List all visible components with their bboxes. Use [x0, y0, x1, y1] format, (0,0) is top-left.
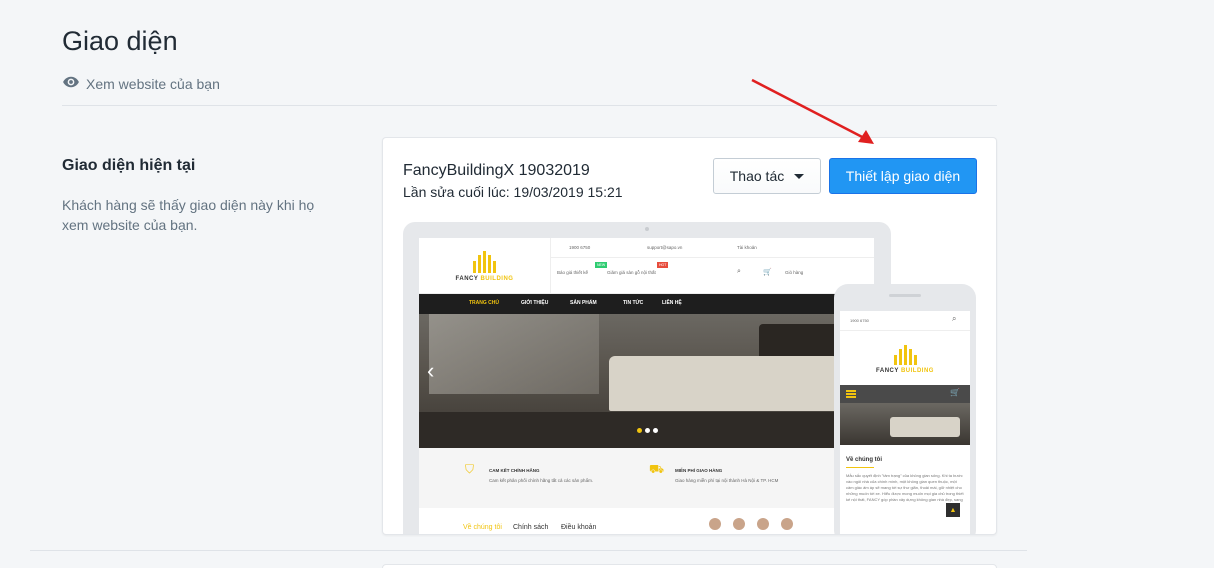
mobile-logo-building: BUILDING — [900, 367, 934, 374]
page-title: Giao diện — [62, 26, 178, 56]
site-nav-home: TRANG CHỦ — [469, 300, 499, 306]
site-cart-label: Giỏ hàng — [785, 270, 804, 275]
site-email: support@sapo.vn — [647, 245, 683, 250]
desktop-preview-screen: FANCY BUILDING 1900 6750 support@sapo.vn… — [419, 238, 874, 534]
building-logo-icon — [893, 343, 917, 365]
next-card-edge — [382, 564, 997, 568]
mobile-hero — [840, 403, 970, 445]
search-icon: ⌕ — [952, 314, 957, 323]
mobile-hotline: 1900 6750 — [850, 318, 869, 323]
site-nav-contact: LIÊN HỆ — [662, 300, 682, 306]
site-header: FANCY BUILDING 1900 6750 support@sapo.vn… — [419, 238, 874, 294]
logo-text-building: BUILDING — [480, 275, 514, 282]
mobile-logo: FANCY BUILDING — [840, 333, 970, 383]
site-nav-products: SẢN PHẨM — [570, 300, 597, 306]
back-to-top-icon: ▲ — [946, 503, 960, 517]
section-description: Khách hàng sẽ thấy giao diện này khi họ … — [62, 197, 315, 233]
divider — [30, 550, 1027, 551]
feature-2-title: MIỄN PHÍ GIAO HÀNG — [675, 468, 723, 473]
desktop-preview: FANCY BUILDING 1900 6750 support@sapo.vn… — [403, 222, 891, 534]
hamburger-icon — [846, 390, 856, 398]
site-hotline: 1900 6750 — [569, 245, 591, 250]
mobile-preview-screen: 1900 6750 ⌕ FANCY BUILDING 🛒 Về chúng tô… — [840, 311, 970, 534]
new-badge: NEW — [595, 262, 608, 268]
hot-badge: HOT — [657, 262, 669, 268]
building-logo-icon — [473, 250, 496, 273]
site-logo: FANCY BUILDING — [419, 238, 551, 294]
cart-icon: 🛒 — [763, 269, 772, 276]
site-discount-link: Giảm giá sàn gỗ nội thất — [607, 270, 656, 275]
site-tab-policy: Chính sách — [513, 524, 549, 531]
site-account: Tài khoản — [737, 245, 757, 250]
caret-down-icon — [794, 173, 805, 179]
divider — [62, 105, 997, 106]
site-navbar: TRANG CHỦ GIỚI THIỆU SẢN PHẨM TIN TỨC LI… — [419, 294, 874, 314]
site-tab-terms: Điều khoản — [561, 524, 597, 531]
slider-dots — [637, 428, 658, 433]
truck-icon: ⛟ — [649, 462, 665, 476]
theme-last-edited: Lần sửa cuối lúc: 19/03/2019 15:21 — [403, 184, 623, 200]
view-website-link[interactable]: Xem website của bạn — [62, 73, 220, 94]
site-nav-about: GIỚI THIỆU — [521, 300, 549, 306]
mobile-about-title: Về chúng tôi — [846, 457, 882, 463]
site-tab-about: Về chúng tôi — [463, 524, 502, 531]
section-title: Giao diện hiện tại — [62, 157, 196, 174]
mobile-menu-bar: 🛒 — [840, 385, 970, 403]
mobile-about-text: Mẫu sắc quyết định "tâm trạng" của không… — [846, 473, 964, 502]
eye-icon — [62, 73, 80, 94]
customize-theme-button[interactable]: Thiết lập giao diện — [829, 158, 977, 194]
feature-2-desc: Giao hàng miễn phí tại nội thành Hà Nội … — [675, 478, 779, 483]
current-theme-card: FancyBuildingX 19032019 Lần sửa cuối lúc… — [382, 137, 997, 535]
chevron-left-icon: ‹ — [427, 358, 435, 383]
actions-dropdown-button[interactable]: Thao tác — [713, 158, 821, 194]
mobile-preview: 1900 6750 ⌕ FANCY BUILDING 🛒 Về chúng tô… — [834, 284, 976, 534]
cart-icon: 🛒 — [950, 388, 960, 397]
view-website-label: Xem website của bạn — [86, 75, 220, 92]
phone-speaker — [889, 294, 921, 297]
mobile-topline: 1900 6750 ⌕ — [840, 311, 970, 331]
actions-label: Thao tác — [729, 168, 785, 184]
team-photo — [709, 516, 819, 534]
site-features: ⛉ CAM KẾT CHÍNH HÃNG Cam kết phân phối c… — [419, 448, 874, 508]
shield-icon: ⛉ — [465, 462, 475, 476]
site-quote-link: Báo giá thiết kế — [557, 270, 589, 275]
site-hero-slider: ‹ — [419, 314, 874, 448]
feature-1-title: CAM KẾT CHÍNH HÃNG — [489, 468, 540, 473]
mobile-logo-fancy: FANCY — [876, 367, 899, 374]
logo-text-fancy: FANCY — [455, 275, 479, 282]
camera-dot — [645, 227, 649, 231]
site-nav-news: TIN TỨC — [623, 300, 644, 306]
search-icon: ⌕ — [737, 268, 741, 275]
site-topline: 1900 6750 support@sapo.vn Tài khoản — [551, 238, 874, 258]
theme-name: FancyBuildingX 19032019 — [403, 162, 590, 179]
feature-1-desc: Cam kết phân phối chính hãng tất cả các … — [489, 478, 594, 483]
